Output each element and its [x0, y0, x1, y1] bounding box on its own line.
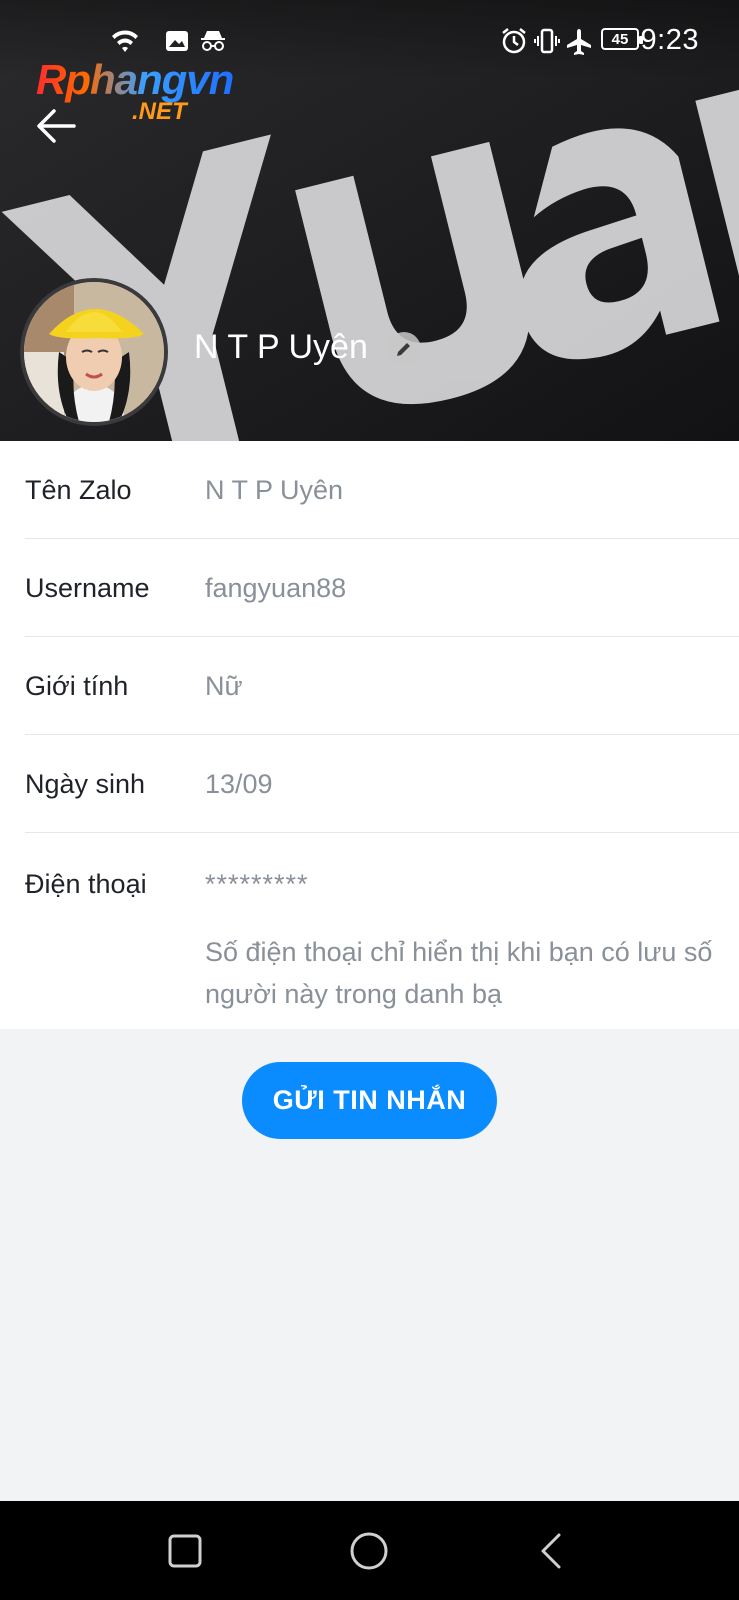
incognito-icon: [196, 24, 230, 58]
info-value: 13/09: [205, 769, 273, 799]
back-icon[interactable]: [533, 1531, 573, 1571]
avatar-photo: [24, 282, 164, 422]
vibrate-icon: [530, 24, 564, 58]
recent-apps-icon[interactable]: [165, 1531, 205, 1571]
image-icon: [160, 24, 194, 58]
back-button[interactable]: [34, 106, 80, 146]
info-label: Tên Zalo: [25, 475, 132, 505]
airplane-icon: [562, 24, 596, 58]
send-message-button[interactable]: GỬI TIN NHẮN: [242, 1062, 497, 1139]
clock: 9:23: [640, 24, 699, 56]
home-icon[interactable]: [349, 1531, 389, 1571]
info-row-phone: Điện thoại ********* Số điện thoại chỉ h…: [25, 833, 739, 1029]
avatar[interactable]: [20, 278, 168, 426]
info-value: fangyuan88: [205, 573, 347, 603]
battery-icon: 45: [601, 28, 643, 50]
info-label: Điện thoại: [25, 869, 147, 899]
profile-name: N T P Uyên: [194, 328, 368, 366]
info-label: Giới tính: [25, 671, 129, 701]
info-card: Tên Zalo N T P Uyên Username fangyuan88 …: [0, 441, 739, 1029]
watermark-main: Rphangvn: [36, 56, 234, 103]
info-row-username: Username fangyuan88: [25, 539, 739, 637]
edit-name-button[interactable]: [387, 332, 421, 366]
watermark-sub: .NET: [132, 98, 187, 125]
pencil-icon: [397, 343, 410, 356]
alarm-icon: [497, 24, 531, 58]
phone-note: Số điện thoại chỉ hiển thị khi bạn có lư…: [205, 937, 713, 1009]
info-value: N T P Uyên: [205, 475, 344, 505]
profile-cover[interactable]: 45 9:23 Rphangvn .NET N T P Uyên: [0, 0, 739, 441]
info-row-gender: Giới tính Nữ: [25, 637, 739, 735]
info-value: Nữ: [205, 671, 243, 701]
arrow-left-icon: [37, 109, 76, 143]
battery-level: 45: [611, 30, 629, 48]
wifi-icon: [108, 24, 142, 58]
info-label: Username: [25, 573, 150, 603]
info-row-zalo-name: Tên Zalo N T P Uyên: [25, 441, 739, 539]
system-nav-bar: [0, 1501, 739, 1600]
phone-value: *********: [205, 869, 309, 899]
info-label: Ngày sinh: [25, 769, 146, 799]
info-row-birthday: Ngày sinh 13/09: [25, 735, 739, 833]
